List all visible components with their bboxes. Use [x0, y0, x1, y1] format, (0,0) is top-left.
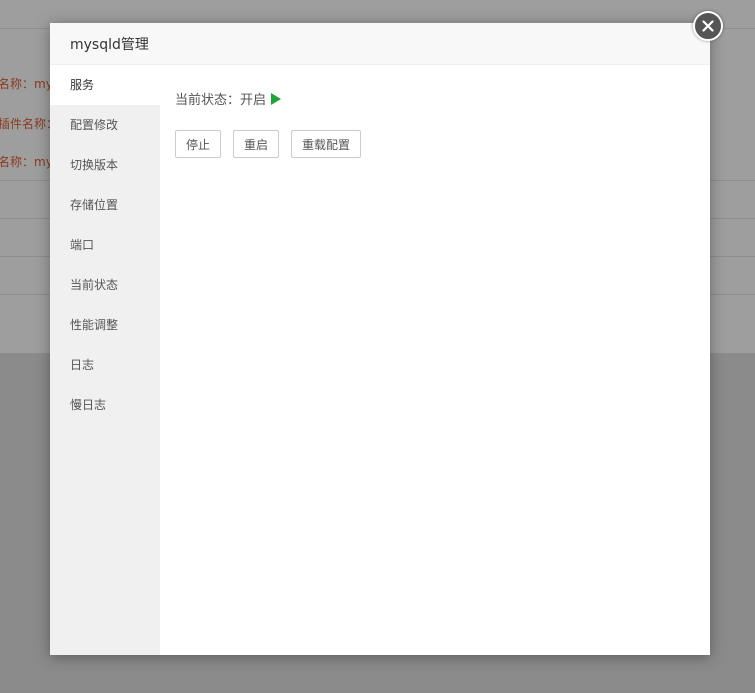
sidebar-item-label: 服务 — [70, 78, 95, 92]
modal-header: mysqld管理 — [50, 23, 710, 65]
sidebar-item-port[interactable]: 端口 — [50, 225, 160, 265]
status-value: 开启 — [240, 93, 267, 108]
sidebar-item-performance[interactable]: 性能调整 — [50, 305, 160, 345]
close-icon — [702, 20, 714, 32]
stop-button[interactable]: 停止 — [175, 130, 222, 158]
close-button[interactable] — [693, 11, 723, 41]
play-icon — [271, 92, 282, 105]
service-panel: 当前状态： 开启 停止 重启 重载配置 — [175, 89, 362, 158]
sidebar-item-config[interactable]: 配置修改 — [50, 105, 160, 145]
reload-config-button[interactable]: 重载配置 — [291, 130, 362, 158]
sidebar-item-label: 配置修改 — [70, 118, 119, 132]
sidebar-item-status[interactable]: 当前状态 — [50, 265, 160, 305]
sidebar-item-service[interactable]: 服务 — [50, 65, 160, 105]
restart-button[interactable]: 重启 — [233, 130, 280, 158]
status-line: 当前状态： 开启 — [175, 89, 282, 108]
sidebar-item-label: 存储位置 — [70, 198, 119, 212]
mysqld-modal: mysqld管理 服务 配置修改 切换版本 存储位置 端口 当前状态 性能调整 … — [50, 11, 723, 655]
sidebar-item-label: 日志 — [70, 358, 95, 372]
status-label: 当前状态： — [175, 93, 241, 108]
sidebar-item-switch-version[interactable]: 切换版本 — [50, 145, 160, 185]
sidebar-item-label: 端口 — [70, 238, 95, 252]
sidebar-item-label: 慢日志 — [70, 398, 107, 412]
service-button-row: 停止 重启 重载配置 — [175, 130, 373, 158]
sidebar-item-storage[interactable]: 存储位置 — [50, 185, 160, 225]
sidebar: 服务 配置修改 切换版本 存储位置 端口 当前状态 性能调整 日志 慢日志 — [50, 65, 160, 655]
background-row-text: 名称：my — [0, 155, 53, 169]
sidebar-item-log[interactable]: 日志 — [50, 345, 160, 385]
sidebar-item-label: 性能调整 — [70, 318, 119, 332]
sidebar-item-slow-log[interactable]: 慢日志 — [50, 385, 160, 425]
sidebar-item-label: 当前状态 — [70, 278, 119, 292]
modal-title: mysqld管理 — [70, 37, 149, 53]
sidebar-item-label: 切换版本 — [70, 158, 119, 172]
